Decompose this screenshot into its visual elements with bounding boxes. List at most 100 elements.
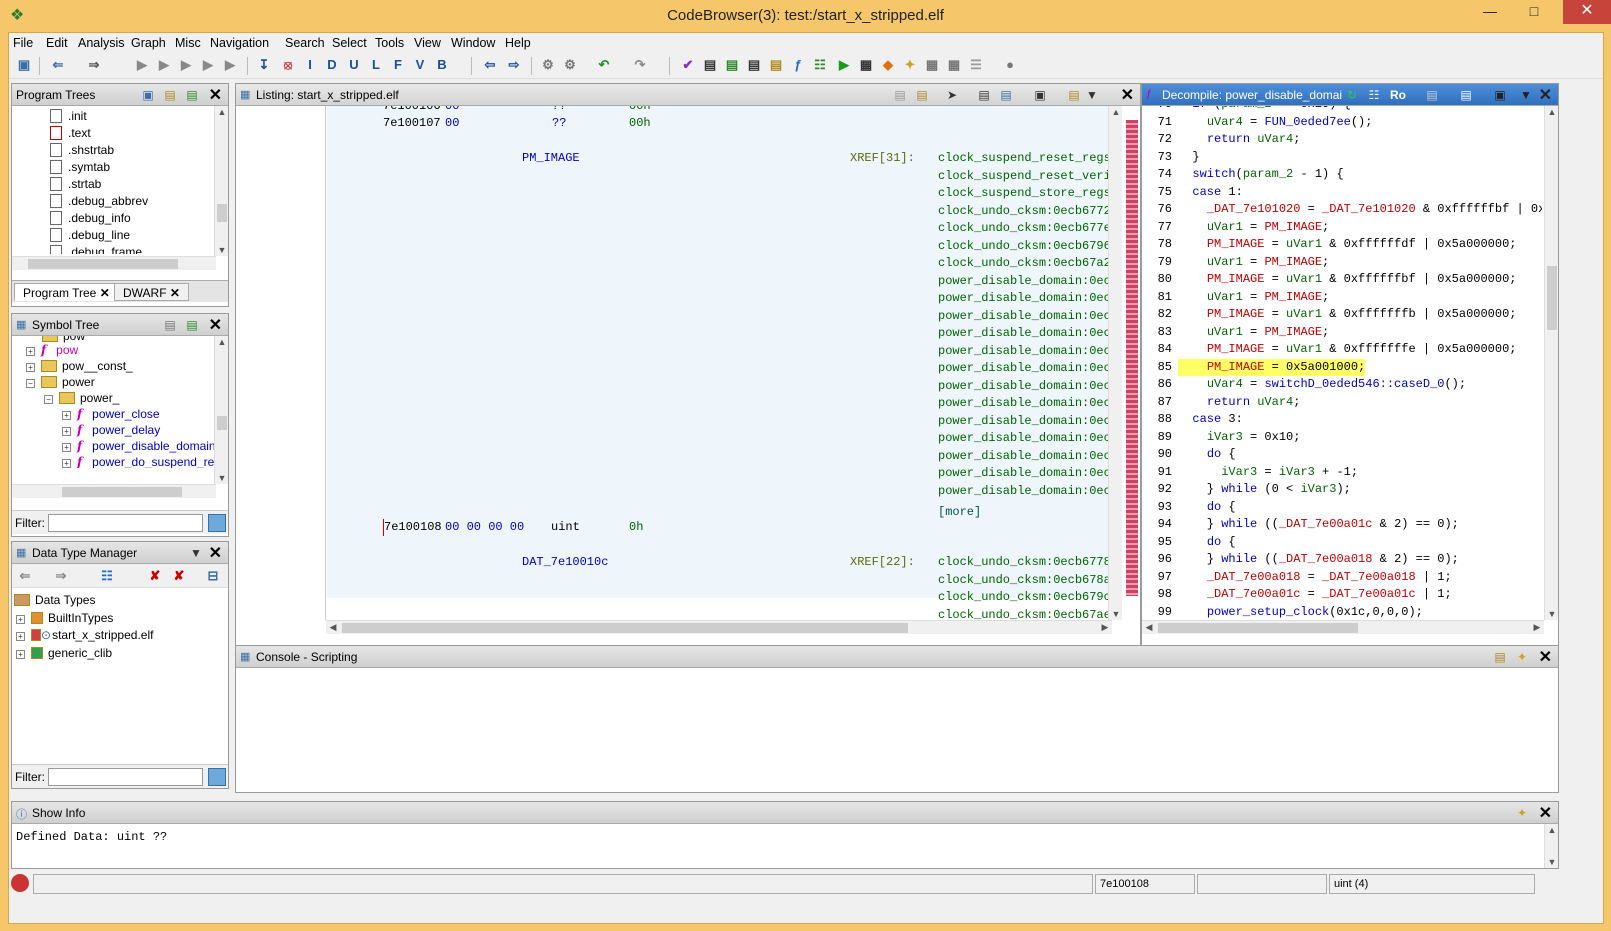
export-icon[interactable]: ▦ (945, 56, 963, 74)
overview-marker-bar[interactable] (1126, 120, 1138, 596)
collapse-icon[interactable]: − (26, 379, 35, 388)
menu-graph[interactable]: Graph (131, 36, 166, 50)
decompile-line[interactable]: 84 PM_IMAGE = uVar1 & 0xfffffffe | 0x5a0… (1142, 341, 1542, 358)
xref-entry[interactable]: power_disable_domain:0ec (938, 360, 1108, 377)
xref-entry[interactable]: clock_undo_cksm:0ecb679c (938, 589, 1108, 606)
close-icon[interactable]: ✕ (170, 286, 180, 300)
decompile-line[interactable]: 87 return uVar4; (1142, 394, 1542, 411)
symbol-item-power[interactable]: − power (26, 374, 95, 391)
expand-icon[interactable]: + (62, 443, 71, 452)
menu-analysis[interactable]: Analysis (78, 36, 125, 50)
tree-item-text[interactable]: .text (50, 125, 91, 142)
menu-tools[interactable]: Tools (375, 36, 404, 50)
wand-icon[interactable]: ✦ (901, 56, 919, 74)
menu-view[interactable]: View (414, 36, 441, 50)
new-tree-icon[interactable]: ▣ (140, 87, 156, 103)
tool-icon-2[interactable]: ⚙ (561, 56, 579, 74)
scroll-thumb[interactable] (1547, 266, 1557, 330)
window-icon-1[interactable]: ▤ (701, 56, 719, 74)
expand-icon[interactable]: + (16, 650, 25, 659)
tab-dwarf[interactable]: DWARF ✕ (114, 283, 189, 301)
decompile-line[interactable]: 89 iVar3 = 0x10; (1142, 429, 1542, 446)
chip-icon[interactable]: ▦ (857, 56, 875, 74)
minimize-button[interactable]: — (1468, 0, 1512, 24)
folder-icon[interactable]: ▤ (767, 56, 785, 74)
tool-icon-1[interactable]: ⚙ (539, 56, 557, 74)
clear-icon[interactable]: ✦ (1514, 805, 1530, 821)
scroll-thumb[interactable] (342, 623, 908, 633)
menu-dropdown-icon[interactable]: ▼ (188, 545, 204, 561)
decompile-line[interactable]: 80 PM_IMAGE = uVar1 & 0xffffffbf | 0x5a0… (1142, 271, 1542, 288)
decompile-line[interactable]: 79 uVar1 = PM_IMAGE; (1142, 254, 1542, 271)
nav-icon-3[interactable]: ▶ (177, 56, 195, 74)
tree-icon[interactable]: ☰ (967, 56, 985, 74)
pm-image-label[interactable]: PM_IMAGE (522, 150, 580, 167)
listing-row[interactable]: 7e100107 (383, 115, 441, 132)
decompile-hscroll[interactable]: ◀ ▶ (1142, 620, 1544, 634)
toolbar-letter-f[interactable]: F (389, 56, 407, 74)
scroll-down-icon[interactable]: ▼ (1545, 857, 1559, 867)
search-icon[interactable]: ● (1001, 56, 1019, 74)
program-trees-hscroll[interactable] (12, 256, 216, 270)
snapshot-icon[interactable]: ▣ (1032, 87, 1048, 103)
decompile-line[interactable]: 73 } (1142, 149, 1542, 166)
run-icon[interactable]: ▶ (835, 56, 853, 74)
filter-options-icon[interactable] (208, 514, 226, 532)
decompile-line[interactable]: 70 if (param_2 == 0x20) { (1142, 106, 1542, 113)
expand-icon[interactable]: + (62, 427, 71, 436)
decompile-line[interactable]: 95 do { (1142, 534, 1542, 551)
listing-hscroll[interactable]: ◀ ▶ (326, 620, 1112, 634)
redo-icon[interactable]: ↷ (631, 56, 649, 74)
xref-entry[interactable]: power_disable_domain:0ec (938, 430, 1108, 447)
scroll-up-icon[interactable]: ▲ (1109, 107, 1123, 117)
scroll-left-icon[interactable]: ◀ (326, 622, 340, 633)
nav-icon-5[interactable]: ▶ (221, 56, 239, 74)
window-icon-2[interactable]: ▤ (723, 56, 741, 74)
decompile-line[interactable]: 85 PM_IMAGE = 0x5a001000; (1142, 358, 1542, 376)
decompile-line[interactable]: 90 do { (1142, 446, 1542, 463)
xref-entry[interactable]: clock_undo_cksm:0ecb67ae (938, 607, 1108, 621)
decompile-line[interactable]: 78 PM_IMAGE = uVar1 & 0xffffffdf | 0x5a0… (1142, 236, 1542, 253)
scroll-up-icon[interactable]: ▲ (1545, 825, 1559, 835)
copy-icon[interactable]: ▤ (1424, 87, 1440, 103)
expand-all-icon[interactable]: ☷ (98, 567, 116, 585)
close-icon[interactable]: ✕ (1539, 803, 1552, 823)
undo-icon[interactable]: ↶ (595, 56, 613, 74)
menu-search[interactable]: Search (285, 36, 325, 50)
scroll-thumb[interactable] (62, 487, 182, 497)
close-window-button[interactable]: ✕ (1563, 0, 1611, 24)
table-icon[interactable]: ▦ (923, 56, 941, 74)
copy-icon[interactable]: ▤ (892, 87, 908, 103)
scroll-right-icon[interactable]: ▶ (1530, 622, 1544, 633)
menu-window[interactable]: Window (451, 36, 495, 50)
decompile-line[interactable]: 96 } while ((_DAT_7e00a018 & 2) == 0); (1142, 551, 1542, 568)
dtm-generic-clib[interactable]: + generic_clib (16, 645, 112, 662)
nav-icon-4[interactable]: ▶ (199, 56, 217, 74)
close-icon[interactable]: ✕ (1539, 85, 1552, 105)
edit-icon[interactable]: ▤ (1458, 87, 1474, 103)
window-icon-3[interactable]: ▤ (745, 56, 763, 74)
paste-icon[interactable]: ▤ (914, 87, 930, 103)
program-trees-vscroll[interactable]: ▲ ▼ (214, 106, 228, 256)
expand-icon[interactable]: + (62, 459, 71, 468)
close-icon[interactable]: ✕ (1539, 647, 1552, 667)
decompile-line[interactable]: 86 uVar4 = switchD_0eded546::caseD_0(); (1142, 376, 1542, 393)
scroll-up-icon[interactable]: ▲ (1545, 107, 1559, 117)
scroll-down-icon[interactable]: ▼ (1545, 609, 1559, 619)
scroll-thumb[interactable] (217, 204, 227, 222)
menu-select[interactable]: Select (332, 36, 367, 50)
dat-label[interactable]: DAT_7e10010c (522, 554, 608, 571)
scroll-down-icon[interactable]: ▼ (215, 245, 229, 255)
scroll-thumb[interactable] (217, 416, 227, 430)
field-edit-icon[interactable]: ▤ (976, 87, 992, 103)
scroll-right-icon[interactable]: ▶ (1098, 622, 1112, 633)
xref-entry[interactable]: clock_undo_cksm:0ecb6796 (938, 238, 1108, 255)
scroll-down-icon[interactable]: ▼ (1109, 609, 1123, 619)
symbol-filter-input[interactable] (48, 514, 203, 532)
dtm-filter-input[interactable] (48, 768, 203, 786)
scroll-thumb[interactable] (28, 259, 178, 269)
symbol-filter-icon[interactable]: ▤ (184, 317, 200, 333)
menu-edit[interactable]: Edit (46, 36, 68, 50)
dtm-root[interactable]: Data Types (14, 592, 95, 609)
xref-entry[interactable]: power_disable_domain:0ec (938, 308, 1108, 325)
